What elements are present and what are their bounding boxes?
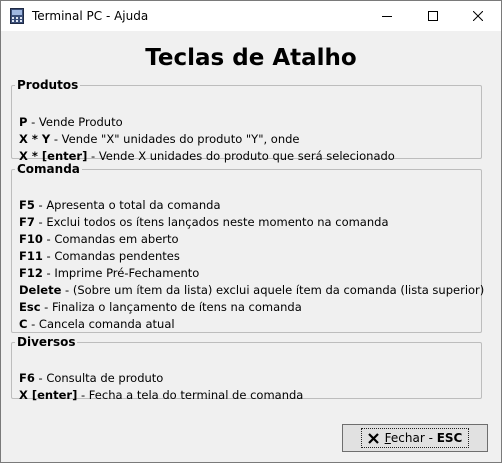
shortcut-line: F5 - Apresenta o total da comanda — [19, 197, 221, 214]
shortcut-desc: - Comandas pendentes — [42, 249, 180, 263]
shortcut-key: F11 — [19, 249, 43, 263]
minimize-icon — [382, 16, 392, 17]
close-button-focus: Fechar - ESC — [360, 428, 470, 448]
shortcut-line: F6 - Consulta de produto — [19, 370, 163, 387]
shortcut-desc: - Cancela comanda atual — [27, 317, 175, 331]
shortcut-desc: - Exclui todos os ítens lançados neste m… — [34, 215, 389, 229]
maximize-button[interactable] — [410, 1, 456, 31]
shortcut-line: P - Vende Produto — [19, 114, 123, 131]
group-produtos: Produtos P - Vende Produto X * Y - Vende… — [11, 78, 482, 163]
app-icon — [10, 8, 24, 24]
page-title: Teclas de Atalho — [145, 45, 357, 71]
shortcut-line: X * Y - Vende "X" unidades do produto "Y… — [19, 131, 300, 148]
close-icon — [473, 11, 483, 21]
shortcut-desc: - Vende "X" unidades do produto "Y", ond… — [50, 132, 300, 146]
shortcut-desc: - Vende Produto — [27, 115, 123, 129]
shortcut-key: F7 — [19, 215, 35, 229]
shortcut-desc: - Imprime Pré-Fechamento — [42, 266, 200, 280]
close-window-button[interactable] — [455, 1, 501, 31]
shortcut-line: X [enter] - Fecha a tela do terminal de … — [19, 387, 303, 404]
shortcut-line: Delete - (Sobre um ítem da lista) exclui… — [19, 282, 484, 299]
shortcut-line: Esc - Finaliza o lançamento de ítens na … — [19, 299, 302, 316]
x-icon — [367, 432, 379, 444]
close-button-label: Fechar - ESC — [385, 431, 463, 445]
shortcut-key: Delete — [19, 283, 62, 297]
group-label-produtos: Produtos — [17, 78, 79, 92]
shortcut-key: X * [enter] — [19, 149, 88, 163]
group-diversos: Diversos F6 - Consulta de produto X [ent… — [11, 335, 482, 402]
shortcut-key: F6 — [19, 371, 35, 385]
group-label-diversos: Diversos — [17, 335, 76, 349]
shortcut-desc: - Finaliza o lançamento de ítens na coma… — [40, 300, 302, 314]
close-button-sep: - — [424, 431, 437, 445]
shortcut-desc: - (Sobre um ítem da lista) exclui aquele… — [61, 283, 485, 297]
close-button-shortcut: ESC — [436, 431, 463, 445]
shortcut-desc: - Apresenta o total da comanda — [34, 198, 221, 212]
shortcut-desc: - Vende X unidades do produto que será s… — [87, 149, 395, 163]
shortcut-line: F12 - Imprime Pré-Fechamento — [19, 265, 199, 282]
shortcut-line: F11 - Comandas pendentes — [19, 248, 180, 265]
shortcut-desc: - Fecha a tela do terminal de comanda — [77, 388, 304, 402]
shortcut-line: C - Cancela comanda atual — [19, 316, 175, 333]
help-window: Terminal PC - Ajuda Teclas de Atalho Pro… — [0, 0, 502, 463]
shortcut-key: X [enter] — [19, 388, 78, 402]
shortcut-key: Esc — [19, 300, 41, 314]
close-button-label-rest: echar — [390, 431, 425, 445]
title-bar[interactable]: Terminal PC - Ajuda — [1, 1, 501, 31]
group-label-comanda: Comanda — [17, 162, 80, 176]
shortcut-key: F12 — [19, 266, 43, 280]
shortcut-key: F10 — [19, 232, 43, 246]
shortcut-desc: - Comandas em aberto — [42, 232, 179, 246]
maximize-icon — [428, 11, 438, 21]
group-comanda: Comanda F5 - Apresenta o total da comand… — [11, 162, 484, 333]
window-title: Terminal PC - Ajuda — [32, 9, 149, 23]
shortcut-line: F7 - Exclui todos os ítens lançados nest… — [19, 214, 389, 231]
shortcut-line: F10 - Comandas em aberto — [19, 231, 179, 248]
shortcut-key: X * Y — [19, 132, 51, 146]
shortcut-key: F5 — [19, 198, 35, 212]
shortcut-desc: - Consulta de produto — [34, 371, 164, 385]
minimize-button[interactable] — [364, 1, 410, 31]
close-button[interactable]: Fechar - ESC — [342, 424, 488, 452]
